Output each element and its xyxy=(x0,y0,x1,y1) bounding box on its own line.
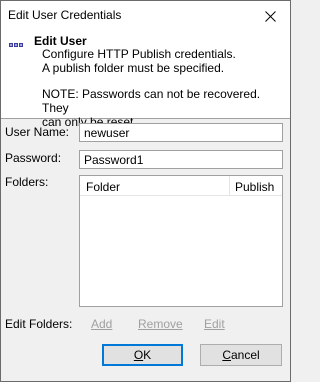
header-title: Edit User xyxy=(34,34,87,48)
header-description: Configure HTTP Publish credentials. A pu… xyxy=(42,47,282,75)
column-header-publish[interactable]: Publish xyxy=(230,176,282,196)
note-line-1: NOTE: Passwords can not be recovered. Th… xyxy=(42,87,261,115)
username-field[interactable]: newuser xyxy=(79,123,283,142)
folders-list[interactable]: Folder Publish xyxy=(79,175,283,307)
column-header-folder[interactable]: Folder xyxy=(80,176,230,196)
edit-user-credentials-dialog: Edit User Credentials Edit User Configur… xyxy=(0,0,291,382)
username-value: newuser xyxy=(84,126,130,140)
folders-label: Folders: xyxy=(5,175,49,189)
window-title: Edit User Credentials xyxy=(8,8,122,22)
password-value: Password1 xyxy=(84,153,144,167)
username-label: User Name: xyxy=(5,125,70,139)
user-credentials-icon xyxy=(9,43,23,47)
cancel-accelerator: C xyxy=(222,348,231,362)
ok-button[interactable]: OK xyxy=(102,344,183,366)
remove-folder-link[interactable]: Remove xyxy=(138,317,183,331)
folders-list-header: Folder Publish xyxy=(80,176,282,196)
password-label: Password: xyxy=(5,151,62,165)
ok-accelerator: O xyxy=(133,348,144,362)
edit-folder-link[interactable]: Edit xyxy=(204,317,225,331)
cancel-label-rest: ancel xyxy=(230,348,260,362)
cancel-button[interactable]: Cancel xyxy=(200,344,282,366)
header-panel: Edit User Configure HTTP Publish credent… xyxy=(1,31,290,129)
ok-label-rest: K xyxy=(143,348,152,362)
close-button[interactable] xyxy=(250,1,290,31)
password-field[interactable]: Password1 xyxy=(79,150,283,169)
add-folder-link[interactable]: Add xyxy=(91,317,112,331)
edit-folders-label: Edit Folders: xyxy=(5,317,73,331)
description-line-2: A publish folder must be specified. xyxy=(42,61,225,75)
description-line-1: Configure HTTP Publish credentials. xyxy=(42,47,236,61)
close-icon xyxy=(264,10,276,22)
title-bar: Edit User Credentials xyxy=(1,1,290,31)
